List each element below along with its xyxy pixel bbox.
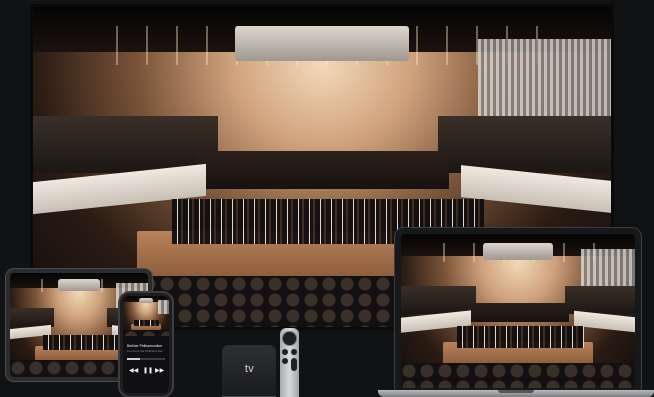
audience-back-rows	[466, 303, 570, 322]
macbook-screen	[401, 234, 635, 388]
now-playing-panel: Berliner Philharmoniker Live from the Ph…	[123, 336, 169, 393]
pipe-organ	[158, 300, 169, 315]
acoustic-canopy	[139, 298, 153, 303]
remote-clickpad	[283, 332, 296, 345]
apple-tv-label: tv	[244, 363, 255, 375]
now-playing-title: Berliner Philharmoniker	[127, 344, 163, 348]
iphone-video	[123, 296, 169, 336]
orchestra	[457, 326, 584, 348]
remote-tv-button	[291, 349, 297, 355]
acoustic-canopy	[235, 26, 409, 62]
playback-progress[interactable]	[127, 358, 165, 360]
now-playing-subtitle: Live from the Philharmonie	[127, 349, 163, 353]
audience-front	[401, 363, 635, 388]
macbook-hinge-notch	[498, 390, 534, 393]
acoustic-canopy	[58, 279, 100, 291]
remote-volume-button	[291, 358, 297, 371]
pause-icon[interactable]: ❚❚	[143, 367, 153, 374]
remote-back-button	[282, 349, 288, 355]
apple-tv-logo: tv	[222, 363, 276, 375]
acoustic-canopy	[482, 243, 554, 261]
macbook-lid	[395, 228, 641, 391]
remote-play-pause-button	[282, 358, 288, 364]
backward-icon[interactable]: ◀◀	[129, 367, 138, 374]
forward-icon[interactable]: ▶▶	[155, 367, 164, 374]
playback-progress-fill	[127, 358, 141, 360]
macbook-base	[378, 390, 654, 397]
iphone: Berliner Philharmoniker Live from the Ph…	[120, 293, 172, 396]
orchestra	[43, 335, 118, 350]
audience-balcony-right	[564, 286, 635, 315]
siri-remote	[280, 328, 299, 397]
audience-back-rows	[194, 151, 450, 190]
orchestra	[134, 320, 159, 326]
apple-tv-box: tv	[222, 345, 276, 397]
